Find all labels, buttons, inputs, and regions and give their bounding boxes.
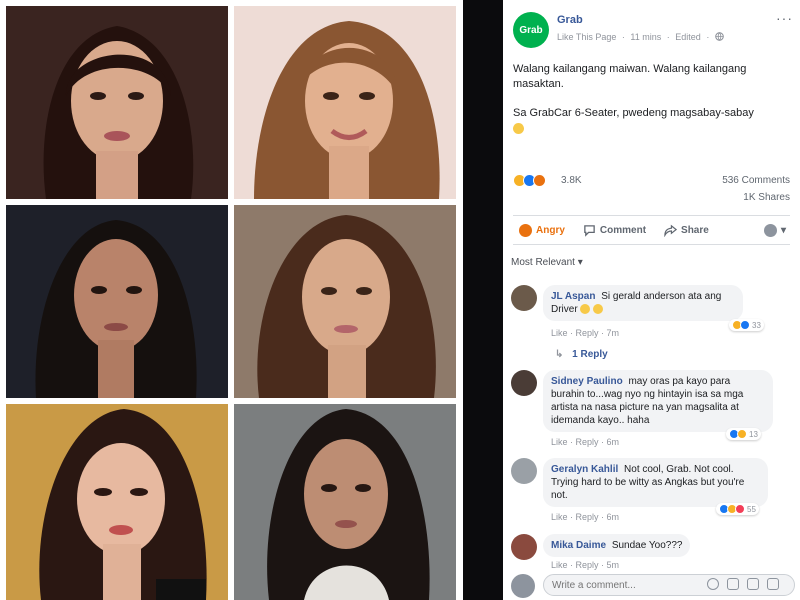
post-text-line-2-text: Sa GrabCar 6-Seater, pwedeng magsabay-sa…: [513, 107, 754, 119]
comment-bubble: Geralyn Kahlil Not cool, Grab. Not cool.…: [543, 458, 768, 507]
comment-reactions[interactable]: 55: [716, 503, 759, 515]
post-header: Grab Grab Like This Page · 11 mins · Edi…: [513, 10, 793, 50]
comment-reaction-count: 13: [749, 429, 758, 439]
reply-arrow-icon: ↳: [555, 349, 564, 360]
view-replies-label: 1 Reply: [572, 349, 608, 360]
audience-selector-button[interactable]: ▾: [763, 223, 786, 237]
emoji-picker-icon[interactable]: [707, 578, 719, 590]
commenter-avatar[interactable]: [511, 370, 537, 396]
meta-separator: ·: [706, 32, 710, 42]
comment-item: Geralyn Kahlil Not cool, Grab. Not cool.…: [511, 458, 791, 524]
current-user-avatar[interactable]: [511, 574, 535, 598]
portrait-illustration: [6, 205, 228, 398]
post-action-bar: Angry Comment Share ▾: [513, 215, 790, 245]
commenter-name-link[interactable]: Mika Daime: [551, 540, 606, 551]
portrait-illustration: [234, 6, 456, 199]
laughing-emoji-icon: [580, 304, 591, 315]
meta-separator: ·: [666, 32, 670, 42]
portrait-photo-6[interactable]: [234, 404, 456, 600]
portrait-photo-1[interactable]: [6, 6, 228, 199]
comment-count-link[interactable]: 536 Comments: [722, 175, 790, 186]
screen: Grab Grab Like This Page · 11 mins · Edi…: [0, 0, 800, 600]
globe-icon[interactable]: [715, 32, 724, 41]
profile-globe-icon: [763, 223, 777, 237]
haha-reaction-icon: [737, 429, 747, 439]
portrait-photo-5[interactable]: [6, 404, 228, 600]
angry-reaction-icon: [533, 174, 546, 187]
portrait-illustration: [234, 205, 456, 398]
grab-logo-avatar[interactable]: Grab: [513, 12, 549, 48]
comment-item: JL Aspan Si gerald anderson ata ang Driv…: [511, 285, 791, 345]
post-meta: Like This Page · 11 mins · Edited ·: [557, 32, 724, 42]
angry-reaction-button[interactable]: Angry: [519, 223, 565, 237]
comment-text: Sundae Yoo???: [611, 540, 683, 551]
angry-face-icon: [519, 223, 532, 237]
commenter-name-link[interactable]: Geralyn Kahlil: [551, 464, 618, 475]
reaction-count[interactable]: 3.8K: [561, 175, 582, 186]
more-options-button[interactable]: ···: [776, 10, 793, 26]
comment-bubble: JL Aspan Si gerald anderson ata ang Driv…: [543, 285, 743, 321]
camera-icon[interactable]: [727, 578, 739, 590]
portrait-illustration: [6, 404, 228, 600]
comment-item: Mika Daime Sundae Yoo??? Like · Reply · …: [511, 534, 791, 570]
comment-bubble: Mika Daime Sundae Yoo???: [543, 534, 691, 557]
commenter-avatar[interactable]: [511, 285, 537, 311]
share-label: Share: [681, 224, 709, 236]
comment-bubble: Sidney Paulino may oras pa kayo para bur…: [543, 370, 773, 432]
view-replies-link[interactable]: ↳ 1 Reply: [555, 349, 608, 360]
page-name-link[interactable]: Grab: [557, 14, 583, 26]
smirk-emoji-icon: [513, 122, 524, 134]
commenter-avatar[interactable]: [511, 534, 537, 560]
gif-icon[interactable]: [747, 578, 759, 590]
post-text-line-1: Walang kailangang maiwan. Walang kailang…: [513, 63, 747, 90]
comment-actions[interactable]: Like · Reply · 6m: [551, 437, 619, 447]
share-icon: [664, 224, 678, 237]
comment-button[interactable]: Comment: [583, 224, 646, 237]
comment-label: Comment: [599, 224, 647, 236]
portrait-photo-4[interactable]: [234, 205, 456, 398]
portrait-illustration: [234, 404, 456, 600]
chevron-down-icon: ▾: [780, 224, 786, 236]
comment-reaction-count: 55: [747, 504, 756, 514]
commenter-avatar[interactable]: [511, 458, 537, 484]
meta-separator: ·: [621, 32, 625, 42]
post-text-line-2: Sa GrabCar 6-Seater, pwedeng magsabay-sa…: [513, 106, 788, 121]
comment-item: Sidney Paulino may oras pa kayo para bur…: [511, 370, 791, 450]
commenter-name-link[interactable]: Sidney Paulino: [551, 376, 623, 387]
reaction-icons[interactable]: [513, 174, 546, 187]
laughing-emoji-icon: [593, 304, 604, 315]
comment-reaction-count: 33: [752, 320, 761, 330]
portrait-illustration: [6, 6, 228, 199]
comment-actions[interactable]: Like · Reply · 6m: [551, 512, 619, 522]
post-time-link[interactable]: 11 mins: [630, 32, 661, 42]
portrait-photo-3[interactable]: [6, 205, 228, 398]
edited-link[interactable]: Edited: [675, 32, 701, 42]
post-text: Walang kailangang maiwan. Walang kailang…: [513, 62, 788, 136]
love-reaction-icon: [735, 504, 745, 514]
comment-icon: [584, 224, 595, 237]
sticker-icon[interactable]: [767, 578, 779, 590]
comment-reactions[interactable]: 33: [729, 319, 764, 331]
share-button[interactable]: Share: [664, 224, 709, 237]
comment-sort-dropdown[interactable]: Most Relevant ▾: [511, 257, 583, 268]
facebook-post: Grab Grab Like This Page · 11 mins · Edi…: [503, 0, 800, 600]
reactions-summary: 3.8K 536 Comments 1K Shares: [513, 172, 790, 206]
like-reaction-icon: [740, 320, 750, 330]
commenter-name-link[interactable]: JL Aspan: [551, 291, 595, 302]
like-page-link[interactable]: Like This Page: [557, 32, 616, 42]
share-count-link[interactable]: 1K Shares: [743, 192, 790, 203]
portrait-photo-2[interactable]: [234, 6, 456, 199]
write-comment-bar: [511, 572, 795, 598]
photo-collage: [0, 0, 463, 600]
dark-divider: [463, 0, 503, 600]
angry-label: Angry: [536, 224, 565, 236]
comment-actions[interactable]: Like · Reply · 7m: [551, 328, 619, 338]
comment-reactions[interactable]: 13: [726, 428, 761, 440]
comment-actions[interactable]: Like · Reply · 5m: [551, 560, 619, 570]
